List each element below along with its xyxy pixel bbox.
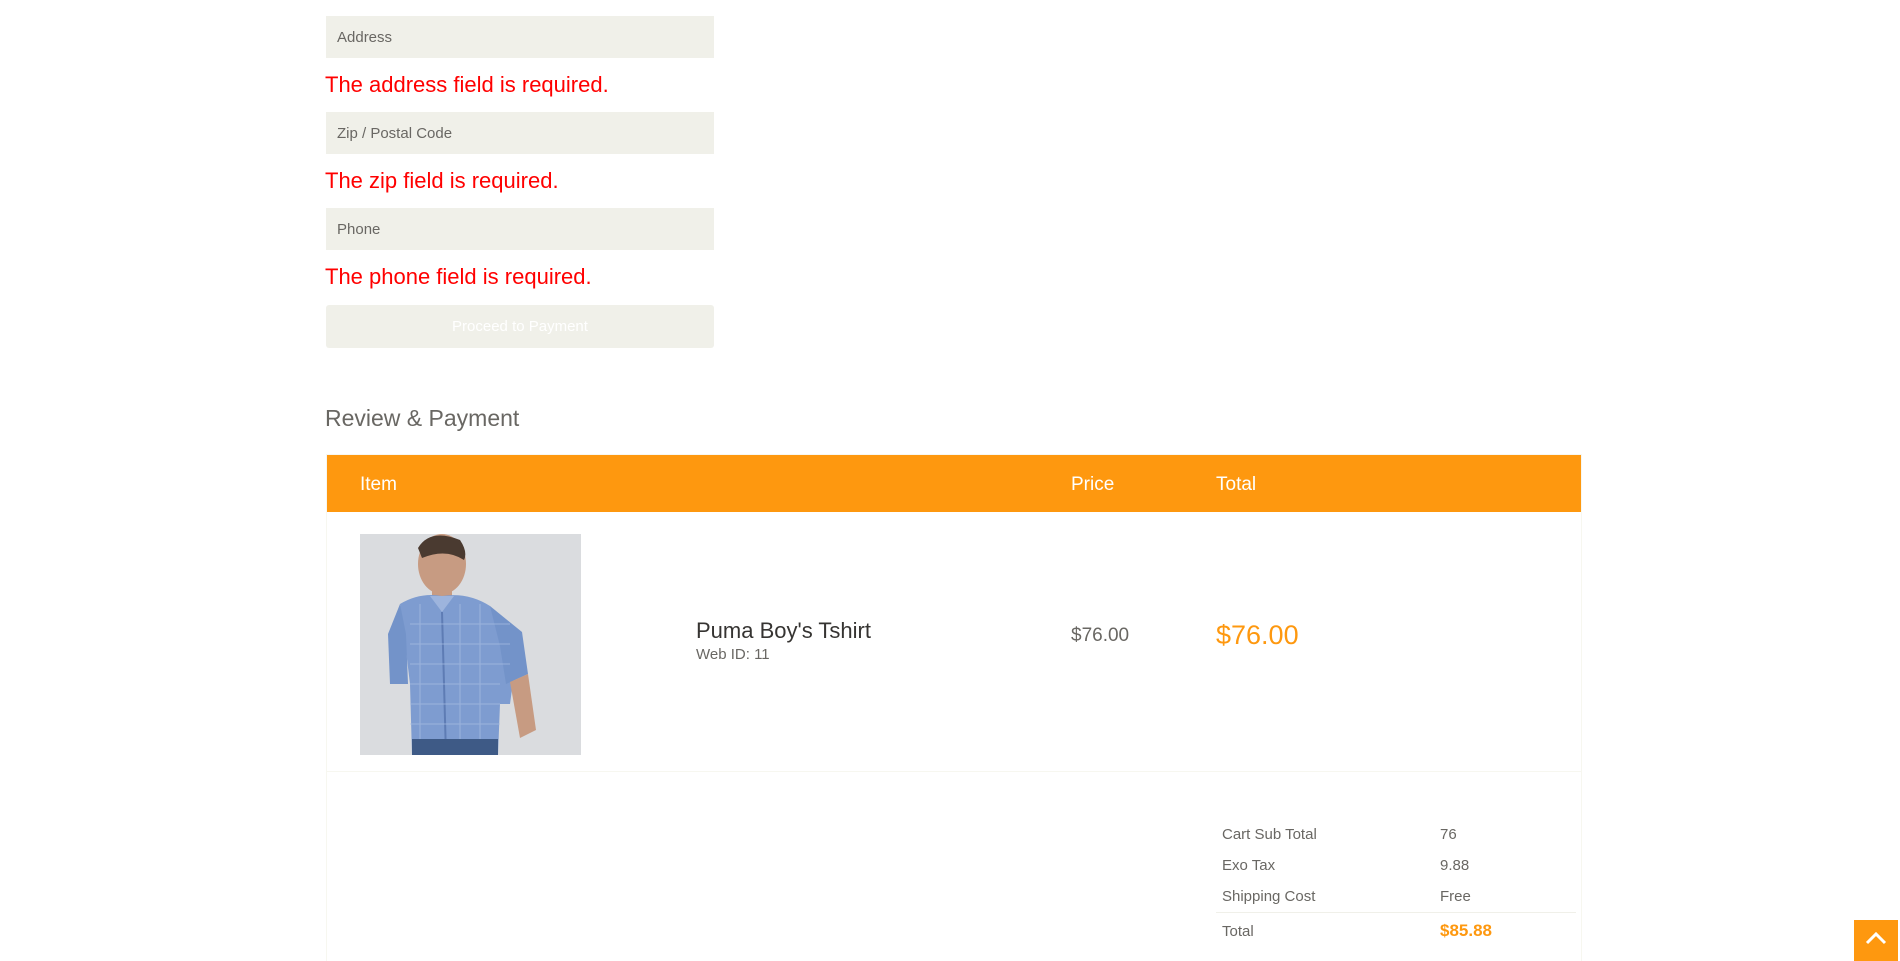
review-payment-heading: Review & Payment: [325, 405, 520, 431]
phone-field[interactable]: [326, 208, 714, 250]
shipping-value: Free: [1440, 888, 1471, 905]
summary-row-shipping: Shipping Cost Free: [1216, 881, 1576, 912]
order-summary: Cart Sub Total 76 Exo Tax 9.88 Shipping …: [1216, 819, 1576, 947]
summary-row-total: Total $85.88: [1216, 912, 1576, 947]
product-web-id: Web ID: 11: [696, 646, 770, 663]
proceed-to-payment-button[interactable]: Proceed to Payment: [326, 305, 714, 348]
phone-error: The phone field is required.: [325, 264, 592, 289]
product-price: $76.00: [1071, 625, 1130, 646]
subtotal-value: 76: [1440, 826, 1457, 843]
zip-error: The zip field is required.: [325, 168, 559, 193]
tax-label: Exo Tax: [1222, 857, 1276, 874]
checkout-page: The address field is required. The zip f…: [0, 0, 1900, 961]
product-name[interactable]: Puma Boy's Tshirt: [696, 618, 871, 644]
tax-value: 9.88: [1440, 857, 1470, 874]
chevron-up-icon: [1865, 931, 1887, 945]
column-header-item: Item: [360, 474, 397, 495]
product-image[interactable]: [360, 534, 581, 755]
cart-table: Item Price Total Puma Boy's Tshirt Web I…: [326, 454, 1582, 961]
column-header-total: Total: [1216, 474, 1257, 495]
product-line-total: $76.00: [1216, 620, 1299, 650]
total-label: Total: [1222, 923, 1254, 940]
summary-row-subtotal: Cart Sub Total 76: [1216, 819, 1576, 850]
zip-field[interactable]: [326, 112, 714, 154]
address-field[interactable]: [326, 16, 714, 58]
scroll-to-top-button[interactable]: [1854, 920, 1898, 961]
column-header-price: Price: [1071, 474, 1115, 495]
product-photo-graphic: [360, 534, 581, 755]
shipping-label: Shipping Cost: [1222, 888, 1316, 905]
summary-row-tax: Exo Tax 9.88: [1216, 850, 1576, 881]
subtotal-label: Cart Sub Total: [1222, 826, 1317, 843]
total-value: $85.88: [1440, 921, 1492, 940]
address-error: The address field is required.: [325, 72, 609, 97]
row-divider: [327, 771, 1581, 772]
cart-table-header: Item Price Total: [327, 455, 1581, 512]
